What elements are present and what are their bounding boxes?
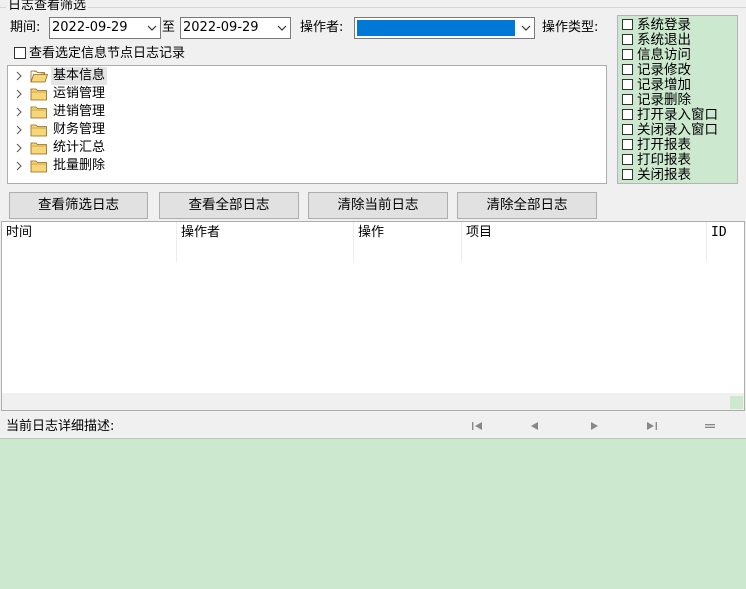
scrollbar-corner — [730, 396, 743, 409]
checkbox-box[interactable] — [622, 78, 633, 90]
view-all-log-button[interactable]: 查看全部日志 — [159, 192, 299, 219]
tree-item-label: 进销管理 — [53, 104, 106, 119]
operator-label: 操作者: — [300, 20, 344, 35]
checkbox-box[interactable] — [622, 153, 633, 165]
folder-icon — [30, 142, 47, 155]
operator-select[interactable] — [354, 17, 535, 39]
filter-group-title: 日志查看筛选 — [6, 0, 89, 14]
prev-record-icon[interactable] — [528, 418, 542, 434]
folder-open-icon — [30, 70, 48, 83]
to-label: 至 — [162, 20, 176, 35]
folder-icon — [30, 106, 47, 119]
op-type-item[interactable]: 记录删除 — [622, 93, 691, 108]
column-header-operation[interactable]: 操作 — [354, 222, 462, 262]
expand-arrow-icon[interactable] — [15, 143, 23, 153]
folder-icon — [30, 160, 47, 173]
op-type-label: 关闭报表 — [637, 167, 691, 183]
expand-arrow-icon[interactable] — [15, 125, 23, 135]
op-type-label: 打开录入窗口 — [637, 107, 718, 123]
detail-label: 当前日志详细描述: — [6, 419, 115, 434]
date-from-value: 2022-09-29 — [52, 20, 128, 35]
op-type-checklist[interactable]: 系统登录 系统退出 信息访问 记录修改 记录增加 记录删除 打开录入窗口 关闭录… — [617, 15, 738, 184]
column-header-id[interactable]: ID — [707, 222, 744, 262]
op-type-item[interactable]: 记录增加 — [622, 78, 691, 93]
op-type-item[interactable]: 系统退出 — [622, 33, 691, 48]
op-type-item[interactable]: 关闭录入窗口 — [622, 123, 718, 138]
chevron-down-icon[interactable] — [274, 18, 290, 38]
tree-item-label: 基本信息 — [51, 67, 108, 85]
view-filtered-log-button[interactable]: 查看筛选日志 — [9, 192, 148, 219]
folder-icon — [30, 88, 47, 101]
checkbox-box[interactable] — [622, 138, 633, 150]
horizontal-scrollbar[interactable] — [2, 393, 744, 410]
checkbox-box[interactable] — [14, 46, 26, 59]
op-type-label: 信息访问 — [637, 47, 691, 63]
tree-item-label: 运销管理 — [53, 86, 106, 101]
log-grid[interactable]: 时间 操作者 操作 项目 ID — [1, 221, 745, 411]
expand-arrow-icon[interactable] — [15, 107, 23, 117]
operator-selected-highlight — [357, 20, 515, 36]
checkbox-box[interactable] — [622, 33, 633, 45]
last-record-icon[interactable] — [645, 418, 659, 434]
op-type-item[interactable]: 打开录入窗口 — [622, 108, 718, 123]
op-type-label: 操作类型: — [542, 20, 599, 35]
op-type-label: 打开报表 — [637, 137, 691, 153]
date-to-picker[interactable]: 2022-09-29 — [180, 17, 291, 39]
checkbox-box[interactable] — [622, 48, 633, 60]
op-type-item[interactable]: 打开报表 — [622, 138, 691, 153]
op-type-label: 记录删除 — [637, 92, 691, 108]
column-header-operator[interactable]: 操作者 — [177, 222, 354, 262]
op-type-item[interactable]: 打印报表 — [622, 153, 691, 168]
column-header-time[interactable]: 时间 — [2, 222, 177, 262]
folder-icon — [30, 124, 47, 137]
log-detail-textarea[interactable] — [0, 438, 746, 589]
op-type-item[interactable]: 信息访问 — [622, 48, 691, 63]
chevron-down-icon[interactable] — [518, 18, 534, 38]
op-type-item[interactable]: 记录修改 — [622, 63, 691, 78]
menu-icon[interactable] — [703, 418, 717, 434]
chevron-down-icon[interactable] — [144, 18, 160, 38]
tree-item-label: 批量删除 — [53, 158, 106, 173]
info-node-tree[interactable]: 基本信息 运销管理 进销管理 财务管理 统计汇总 批量删除 — [7, 65, 607, 184]
checkbox-box[interactable] — [622, 18, 633, 30]
tree-item-label: 财务管理 — [53, 122, 106, 137]
period-label: 期间: — [10, 20, 41, 35]
expand-arrow-icon[interactable] — [15, 89, 23, 99]
tree-item-label: 统计汇总 — [53, 140, 106, 155]
expand-arrow-icon[interactable] — [15, 71, 23, 81]
next-record-icon[interactable] — [587, 418, 601, 434]
op-type-item[interactable]: 系统登录 — [622, 18, 691, 33]
node-filter-checkbox[interactable]: 查看选定信息节点日志记录 — [14, 44, 185, 64]
op-type-label: 系统退出 — [637, 32, 691, 48]
op-type-label: 记录修改 — [637, 62, 691, 78]
op-type-item[interactable]: 关闭报表 — [622, 168, 691, 183]
op-type-label: 系统登录 — [637, 17, 691, 33]
clear-current-log-button[interactable]: 清除当前日志 — [308, 192, 448, 219]
checkbox-box[interactable] — [622, 168, 633, 180]
clear-all-log-button[interactable]: 清除全部日志 — [457, 192, 597, 219]
date-from-picker[interactable]: 2022-09-29 — [49, 17, 161, 39]
checkbox-box[interactable] — [622, 123, 633, 135]
op-type-label: 关闭录入窗口 — [637, 122, 718, 138]
date-to-value: 2022-09-29 — [183, 20, 259, 35]
checkbox-box[interactable] — [622, 93, 633, 105]
checkbox-box[interactable] — [622, 108, 633, 120]
checkbox-box[interactable] — [622, 63, 633, 75]
first-record-icon[interactable] — [470, 418, 484, 434]
column-header-item[interactable]: 项目 — [462, 222, 707, 262]
op-type-label: 打印报表 — [637, 152, 691, 168]
expand-arrow-icon[interactable] — [15, 161, 23, 171]
op-type-label: 记录增加 — [637, 77, 691, 93]
node-filter-label: 查看选定信息节点日志记录 — [29, 46, 186, 61]
filter-group-border — [0, 7, 746, 8]
